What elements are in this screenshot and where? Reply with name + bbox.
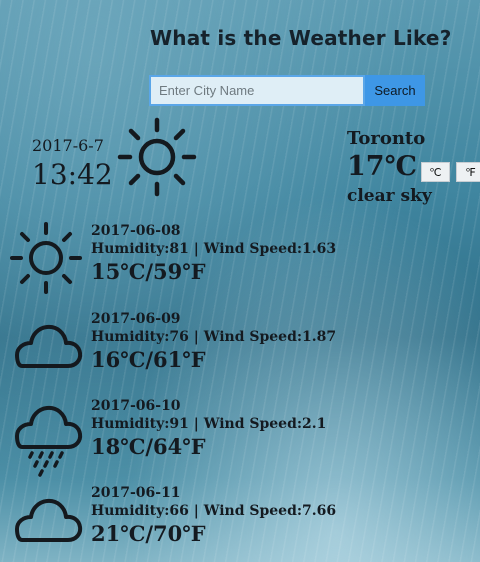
sun-icon [10,222,82,294]
forecast-details: Humidity:91 | Wind Speed:2.1 [91,416,327,432]
cloud-icon [15,324,83,368]
current-temp-row: 17℃ ℃ ℉ [347,150,480,182]
weather-description: clear sky [347,186,432,206]
city-name: Toronto [347,128,426,149]
forecast-date: 2017-06-10 [91,398,181,414]
current-temp: 17℃ [347,150,417,182]
forecast-details: Humidity:76 | Wind Speed:1.87 [91,329,337,345]
cloud-icon [15,498,83,542]
search-button[interactable]: Search [365,75,425,106]
current-date: 2017-6-7 [32,136,104,155]
forecast-date: 2017-06-11 [91,485,181,501]
forecast-temp: 21℃/70℉ [91,521,206,546]
forecast-temp: 16℃/61℉ [91,347,206,372]
forecast-details: Humidity:81 | Wind Speed:1.63 [91,241,337,257]
forecast-day: 2017-06-08 Humidity:81 | Wind Speed:1.63… [0,220,480,300]
forecast-day: 2017-06-11 Humidity:66 | Wind Speed:7.66… [0,482,480,562]
celsius-button[interactable]: ℃ [420,162,450,182]
rain-cloud-icon [15,405,83,477]
search-bar: Search [149,75,425,106]
forecast-date: 2017-06-08 [91,223,181,239]
forecast-date: 2017-06-09 [91,311,181,327]
fahrenheit-button[interactable]: ℉ [455,162,480,182]
current-time: 13:42 [32,158,113,191]
search-input[interactable] [149,75,365,106]
forecast-day: 2017-06-10 Humidity:91 | Wind Speed:2.1 … [0,395,480,477]
forecast-details: Humidity:66 | Wind Speed:7.66 [91,503,337,519]
forecast-temp: 15℃/59℉ [91,259,206,284]
page-title: What is the Weather Like? [150,26,452,50]
sun-icon [117,117,197,197]
forecast-day: 2017-06-09 Humidity:76 | Wind Speed:1.87… [0,308,480,388]
forecast-temp: 18℃/64℉ [91,434,206,459]
